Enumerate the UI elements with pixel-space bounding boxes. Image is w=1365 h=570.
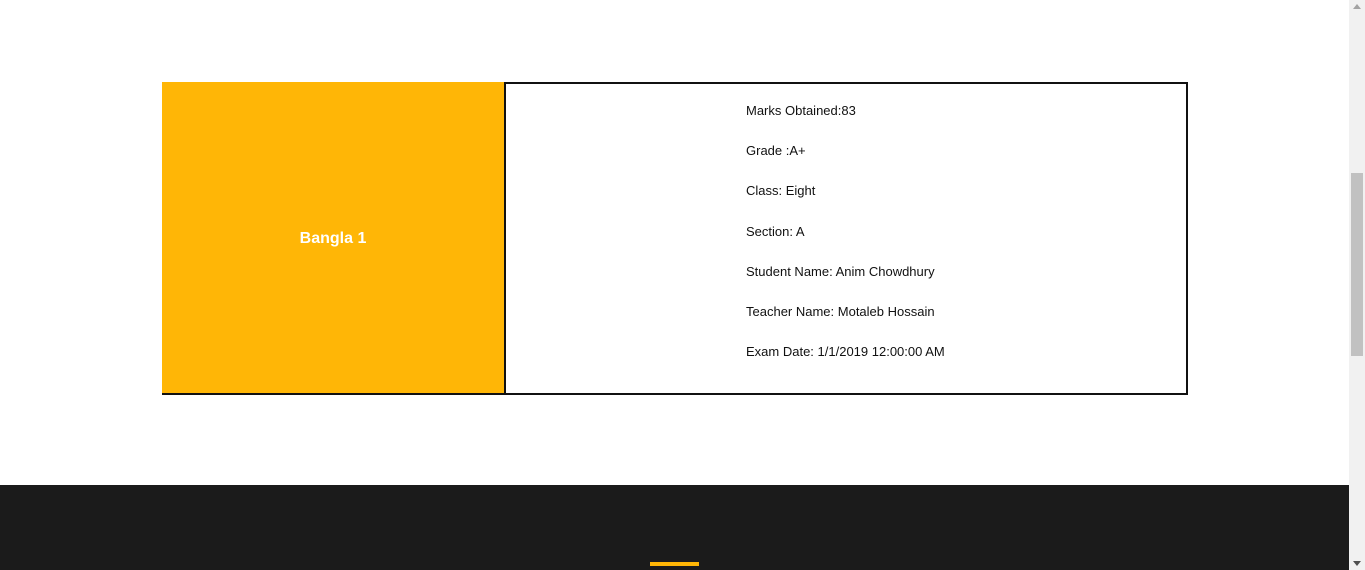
footer-accent-bar	[650, 562, 699, 566]
details-panel: Marks Obtained:83 Grade :A+ Class: Eight…	[504, 82, 1188, 395]
scroll-down-arrow-icon[interactable]	[1353, 561, 1361, 566]
grade: Grade :A+	[746, 143, 806, 159]
subject-panel: Bangla 1	[162, 82, 504, 395]
vertical-scrollbar[interactable]	[1349, 0, 1365, 570]
page: Bangla 1 Marks Obtained:83 Grade :A+ Cla…	[0, 0, 1349, 570]
result-card: Bangla 1 Marks Obtained:83 Grade :A+ Cla…	[162, 82, 1188, 395]
class: Class: Eight	[746, 183, 816, 199]
student-name: Student Name: Anim Chowdhury	[746, 263, 935, 279]
marks-obtained: Marks Obtained:83	[746, 103, 856, 118]
scroll-thumb[interactable]	[1351, 173, 1363, 356]
scroll-up-arrow-icon[interactable]	[1353, 4, 1361, 9]
exam-date: Exam Date: 1/1/2019 12:00:00 AM	[746, 344, 945, 360]
details-list: Marks Obtained:83 Grade :A+ Class: Eight…	[746, 102, 945, 383]
footer	[0, 485, 1349, 570]
subject-title: Bangla 1	[299, 229, 367, 247]
section: Section: A	[746, 223, 805, 239]
teacher-name: Teacher Name: Motaleb Hossain	[746, 303, 935, 319]
